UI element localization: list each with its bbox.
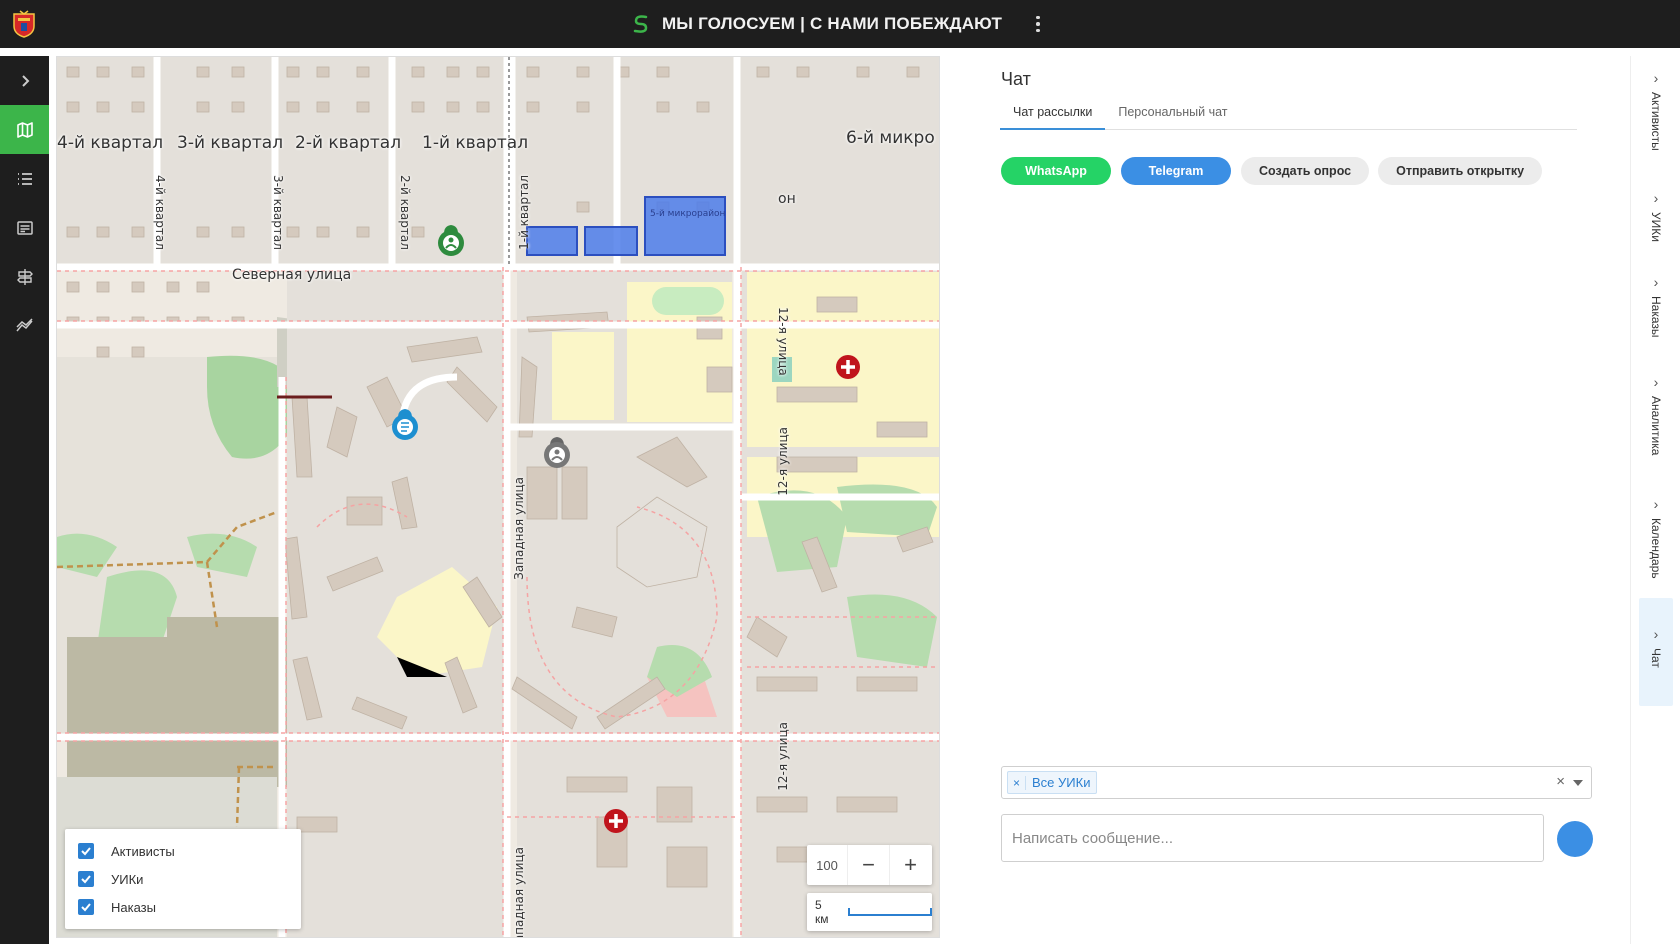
whatsapp-button[interactable]: WhatsApp <box>1001 157 1111 185</box>
layer-toggle-panel: Активисты УИКи Наказы <box>65 829 301 929</box>
more-menu-icon[interactable] <box>1026 12 1050 36</box>
chevron-right-icon: › <box>1653 70 1659 86</box>
checkbox-checked-icon[interactable] <box>78 899 94 915</box>
map-label: 1-й квартал <box>517 175 531 250</box>
zoom-in-button[interactable]: + <box>889 845 931 885</box>
right-tab-chat[interactable]: › Чат <box>1639 598 1673 706</box>
right-tab-label: Наказы <box>1649 296 1663 338</box>
news-icon <box>16 220 33 235</box>
chat-panel: Чат Чат рассылки Персональный чат WhatsA… <box>1000 56 1600 944</box>
map-label: он <box>778 191 796 207</box>
chevron-right-icon: › <box>1653 626 1659 642</box>
map-label: 4-й квартал <box>153 175 167 250</box>
nav-analytics[interactable] <box>0 301 49 350</box>
map-icon <box>16 121 33 138</box>
map-label: 12-я улица <box>776 427 790 496</box>
nav-news[interactable] <box>0 203 49 252</box>
map-label: Западная улица <box>512 477 526 580</box>
scale-label: 5 км <box>815 898 829 926</box>
map-label: 3-й квартал <box>271 175 285 250</box>
app-title: МЫ ГОЛОСУЕМ | С НАМИ ПОБЕЖДАЮТ <box>661 14 1003 33</box>
right-tab-calendar[interactable]: › Календарь <box>1639 496 1673 596</box>
channel-buttons: WhatsApp Telegram Создать опрос Отправит… <box>1001 157 1543 185</box>
chat-tabs: Чат рассылки Персональный чат <box>1000 102 1577 130</box>
list-icon <box>17 172 32 185</box>
checkbox-checked-icon[interactable] <box>78 871 94 887</box>
scale-line <box>848 908 932 916</box>
right-tab-label: Календарь <box>1649 518 1663 579</box>
brand-s-icon <box>630 13 652 35</box>
layer-toggle-orders[interactable]: Наказы <box>75 893 291 921</box>
layer-label: Активисты <box>111 843 175 859</box>
tab-personal-chat[interactable]: Персональный чат <box>1105 102 1240 130</box>
zoom-control: 100 − + <box>807 845 932 885</box>
map-base <box>57 57 939 937</box>
map-label: 12-я улица <box>776 307 790 376</box>
chat-title: Чат <box>1001 69 1031 89</box>
layer-toggle-uiks[interactable]: УИКи <box>75 865 291 893</box>
top-bar: МЫ ГОЛОСУЕМ | С НАМИ ПОБЕЖДАЮТ <box>0 0 1680 48</box>
hospital-marker <box>604 809 628 833</box>
nav-list[interactable] <box>0 154 49 203</box>
message-input[interactable] <box>1001 814 1544 862</box>
right-tab-activists[interactable]: › Активисты <box>1639 70 1673 160</box>
layer-toggle-activists[interactable]: Активисты <box>75 837 291 865</box>
left-rail <box>0 56 49 944</box>
right-tab-orders[interactable]: › Наказы <box>1639 274 1673 344</box>
send-button[interactable] <box>1557 821 1593 857</box>
right-tab-label: Аналитика <box>1649 396 1663 456</box>
map-label: 6-й микро <box>846 128 935 148</box>
right-tab-label: УИКи <box>1649 212 1663 242</box>
zoom-level: 100 <box>816 857 838 873</box>
create-poll-button[interactable]: Создать опрос <box>1241 157 1370 185</box>
checkbox-checked-icon[interactable] <box>78 843 94 859</box>
tab-broadcast-chat[interactable]: Чат рассылки <box>1000 102 1106 130</box>
map-label: 4-й квартал <box>57 133 164 153</box>
chevron-right-icon: › <box>1653 496 1659 512</box>
map-label: 2-й квартал <box>295 133 402 153</box>
nav-signpost[interactable] <box>0 252 49 301</box>
chevron-right-icon: › <box>1653 190 1659 206</box>
map-label: 5-й микрорайон <box>650 209 726 219</box>
right-tab-label: Чат <box>1649 648 1663 668</box>
selected-uik-tag: × Все УИКи <box>1007 771 1098 794</box>
right-tab-analytics[interactable]: › Аналитика <box>1639 374 1673 464</box>
map-label: Западная улица <box>512 847 526 938</box>
coat-of-arms-logo <box>12 10 36 38</box>
signpost-icon <box>16 268 33 285</box>
map-label: Северная улица <box>232 267 352 283</box>
chevron-right-icon: › <box>1653 274 1659 290</box>
zoom-out-button[interactable]: − <box>847 845 889 885</box>
telegram-button[interactable]: Telegram <box>1121 157 1231 185</box>
map-label: 2-й квартал <box>398 175 412 250</box>
scale-bar: 5 км <box>807 893 932 931</box>
map-view[interactable]: 4-й квартал 3-й квартал 2-й квартал 1-й … <box>56 56 940 938</box>
right-tab-label: Активисты <box>1649 92 1663 151</box>
hospital-marker <box>836 355 860 379</box>
map-label: 12-я улица <box>776 722 790 791</box>
map-label: 3-й квартал <box>177 133 284 153</box>
map-label: 1-й квартал <box>422 133 529 153</box>
clear-selection-icon[interactable]: × <box>1556 773 1565 790</box>
expand-rail-button[interactable] <box>0 56 49 105</box>
right-tab-bar: › Активисты › УИКи › Наказы › Аналитика … <box>1630 56 1680 944</box>
layer-label: Наказы <box>111 899 156 915</box>
nav-map[interactable] <box>0 105 49 154</box>
chevron-right-icon: › <box>1653 374 1659 390</box>
trend-icon <box>15 317 33 331</box>
uik-select[interactable]: × Все УИКи × <box>1001 766 1592 799</box>
layer-label: УИКи <box>111 871 144 887</box>
send-postcard-button[interactable]: Отправить открытку <box>1378 157 1543 185</box>
tag-label: Все УИКи <box>1032 775 1091 790</box>
remove-tag-button[interactable]: × <box>1008 775 1026 790</box>
right-tab-uiks[interactable]: › УИКи <box>1639 190 1673 250</box>
dropdown-caret-icon[interactable] <box>1573 780 1583 786</box>
chevron-right-icon <box>21 74 29 87</box>
